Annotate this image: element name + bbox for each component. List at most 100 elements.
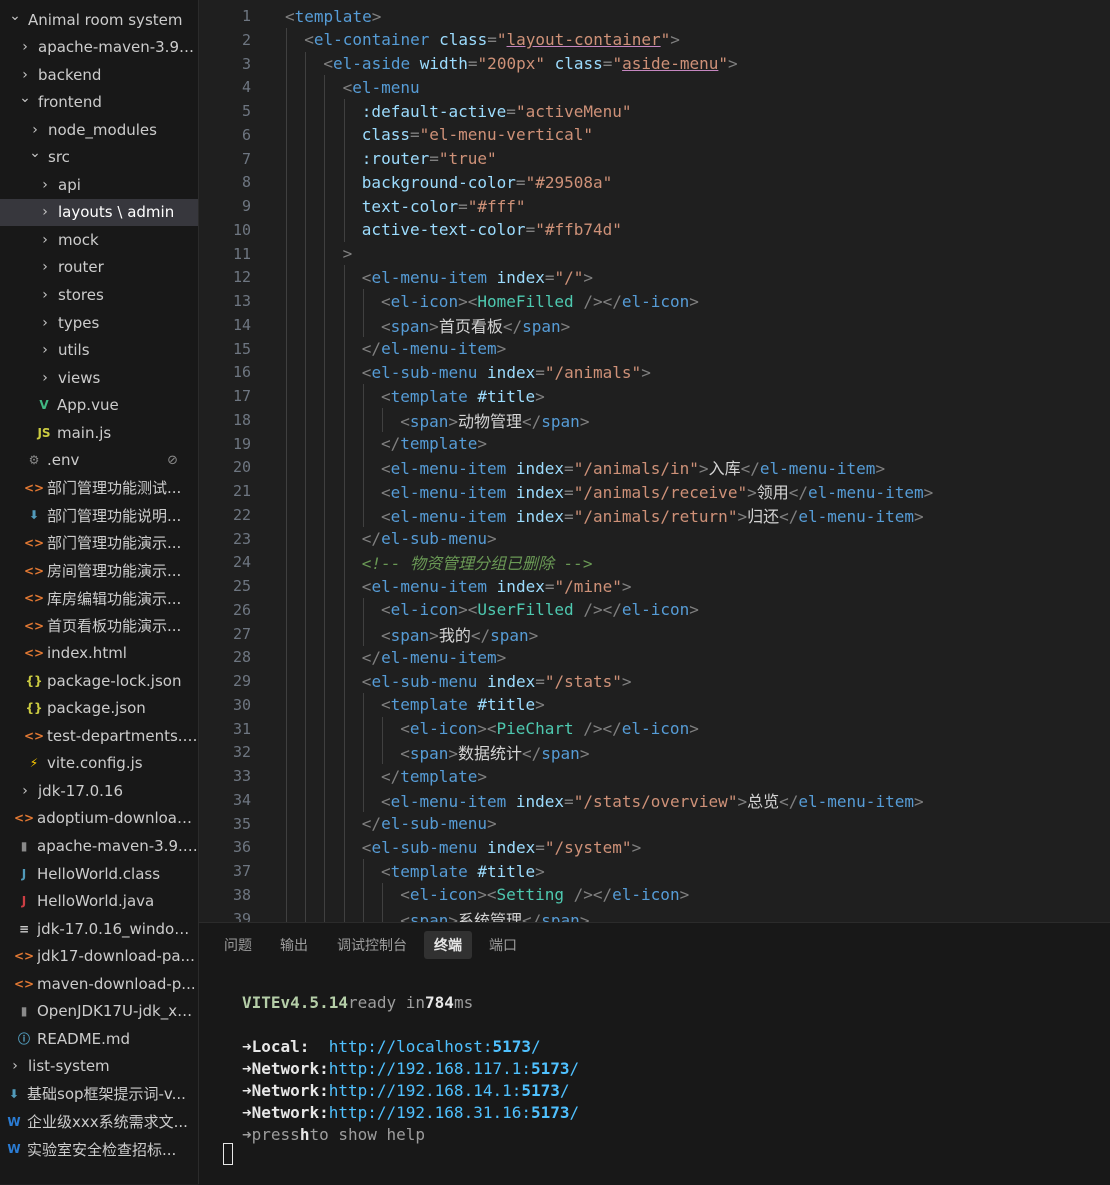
code-line[interactable]: 31 <el-icon><PieChart /></el-icon> [199,716,1110,741]
code-text[interactable]: <span>我的</span> [381,622,538,646]
code-line[interactable]: 25 <el-menu-item index="/mine"> [199,574,1110,598]
explorer-item[interactable]: ≡ jdk-17.0.16_window... [0,915,198,942]
explorer-item[interactable]: › utils [0,337,198,364]
code-text[interactable]: </el-menu-item> [362,648,507,667]
code-text[interactable]: <el-sub-menu index="/animals"> [362,363,651,382]
explorer-item[interactable]: › backend [0,61,198,88]
panel-tab[interactable]: 输出 [273,931,315,959]
chevron-right-icon[interactable]: › [38,370,52,386]
explorer-item[interactable]: ▮ apache-maven-3.9.1... [0,833,198,860]
explorer-item[interactable]: J HelloWorld.java [0,888,198,915]
code-text[interactable]: :default-active="activeMenu" [362,102,632,121]
chevron-right-icon[interactable]: › [8,1058,22,1074]
code-text[interactable]: <span>数据统计</span> [400,740,589,764]
code-line[interactable]: 2 <el-container class="layout-container"> [199,27,1110,52]
code-line[interactable]: 26 <el-icon><UserFilled /></el-icon> [199,597,1110,622]
code-text[interactable]: <el-menu-item index="/mine"> [362,577,632,596]
explorer-item[interactable]: V App.vue [0,392,198,419]
explorer-item[interactable]: › views [0,364,198,391]
server-url[interactable]: http://192.168.117.1:5173/ [329,1059,579,1078]
explorer-item[interactable]: ⓘ README.md [0,1025,198,1052]
chevron-right-icon[interactable]: › [38,177,52,193]
explorer-item[interactable]: <> 库房编辑功能演示... [0,585,198,612]
code-line[interactable]: 23 </el-sub-menu> [199,526,1110,551]
code-line[interactable]: 1 <template> [199,4,1110,28]
explorer-item[interactable]: <> jdk17-download-pa... [0,943,198,970]
explorer-item[interactable]: ⌄ frontend [0,89,198,116]
code-line[interactable]: 36 <el-sub-menu index="/system"> [199,835,1110,860]
code-line[interactable]: 27 <span>我的</span> [199,621,1110,646]
code-line[interactable]: 18 <span>动物管理</span> [199,407,1110,432]
explorer-item[interactable]: {} package.json [0,695,198,722]
code-text[interactable]: </el-sub-menu> [362,814,497,833]
server-url[interactable]: http://192.168.31.16:5173/ [329,1103,579,1122]
explorer-item[interactable]: › router [0,254,198,281]
explorer-item[interactable]: › api [0,171,198,198]
code-text[interactable]: <template #title> [381,695,545,714]
code-text[interactable]: <el-menu-item index="/"> [362,268,593,287]
code-line[interactable]: 22 <el-menu-item index="/animals/return">… [199,502,1110,527]
code-line[interactable]: 13 <el-icon><HomeFilled /></el-icon> [199,289,1110,313]
explorer-item[interactable]: <> test-departments.h... [0,722,198,749]
explorer-item[interactable]: › jdk-17.0.16 [0,777,198,804]
chevron-right-icon[interactable]: › [38,315,52,331]
code-line[interactable]: 34 <el-menu-item index="/stats/overview">… [199,787,1110,812]
explorer-item[interactable]: J HelloWorld.class [0,860,198,887]
explorer-item[interactable]: › node_modules [0,116,198,143]
explorer-item[interactable]: ▮ OpenJDK17U-jdk_x6... [0,998,198,1025]
chevron-right-icon[interactable]: › [38,232,52,248]
panel-tab[interactable]: 问题 [217,931,259,959]
code-line[interactable]: 29 <el-sub-menu index="/stats"> [199,669,1110,693]
code-text[interactable]: <el-icon><Setting /></el-icon> [400,885,689,904]
code-text[interactable]: <el-menu-item index="/stats/overview">总览… [381,788,924,812]
code-line[interactable]: 21 <el-menu-item index="/animals/receive"… [199,479,1110,503]
code-text[interactable]: <span>动物管理</span> [400,408,589,432]
code-text[interactable]: <el-aside width="200px" class="aside-men… [323,54,737,73]
chevron-right-icon[interactable]: › [28,122,42,138]
explorer-item[interactable]: ⚡ vite.config.js [0,750,198,777]
chevron-down-icon[interactable]: ⌄ [8,8,22,24]
code-text[interactable]: :router="true" [362,149,497,168]
code-text[interactable]: </template> [381,434,487,453]
code-text[interactable]: text-color="#fff" [362,197,526,216]
code-line[interactable]: 24 <!-- 物资管理分组已删除 --> [199,550,1110,575]
code-text[interactable]: active-text-color="#ffb74d" [362,220,622,239]
code-text[interactable]: <!-- 物资管理分组已删除 --> [362,550,593,574]
code-text[interactable]: <el-sub-menu index="/system"> [362,838,641,857]
chevron-right-icon[interactable]: › [18,67,32,83]
code-line[interactable]: 11 > [199,241,1110,266]
code-line[interactable]: 32 <span>数据统计</span> [199,740,1110,765]
explorer-item[interactable]: › list-system [0,1053,198,1080]
code-text[interactable]: <template #title> [381,387,545,406]
explorer-item[interactable]: › stores [0,282,198,309]
code-line[interactable]: 4 <el-menu [199,75,1110,100]
code-text[interactable]: <el-sub-menu index="/stats"> [362,672,632,691]
explorer-item[interactable]: <> 首页看板功能演示... [0,612,198,639]
code-line[interactable]: 39 <span>系统管理</span> [199,906,1110,922]
code-line[interactable]: 5:default-active="activeMenu" [199,99,1110,123]
chevron-right-icon[interactable]: › [38,342,52,358]
panel-tab[interactable]: 调试控制台 [329,931,415,959]
explorer-item[interactable]: W 企业级xxx系统需求文... [0,1108,198,1135]
server-url[interactable]: http://localhost:5173/ [329,1037,541,1056]
code-text[interactable]: </el-menu-item> [362,339,507,358]
code-line[interactable]: 28 </el-menu-item> [199,645,1110,670]
code-text[interactable]: <template #title> [381,862,545,881]
explorer-item[interactable]: › apache-maven-3.9.11 [0,34,198,61]
chevron-right-icon[interactable]: › [38,287,52,303]
explorer-item[interactable]: ⬇ 部门管理功能说明... [0,502,198,529]
explorer-item[interactable]: <> index.html [0,640,198,667]
code-text[interactable]: </el-sub-menu> [362,529,497,548]
code-line[interactable]: 20 <el-menu-item index="/animals/in">入库</… [199,455,1110,480]
code-text[interactable]: <el-menu-item index="/animals/receive">领… [381,479,933,503]
panel-tab[interactable]: 端口 [483,931,523,959]
code-line[interactable]: 35 </el-sub-menu> [199,811,1110,836]
explorer-item[interactable]: › layouts \ admin [0,198,198,226]
code-text[interactable]: <template> [285,7,381,26]
code-text[interactable]: <el-icon><PieChart /></el-icon> [400,719,699,738]
code-line[interactable]: 33 </template> [199,764,1110,788]
panel-tab[interactable]: 终端 [424,931,472,959]
explorer-item[interactable]: W 实验室安全检查招标... [0,1136,198,1163]
code-line[interactable]: 38 <el-icon><Setting /></el-icon> [199,882,1110,907]
chevron-right-icon[interactable]: › [38,204,52,220]
